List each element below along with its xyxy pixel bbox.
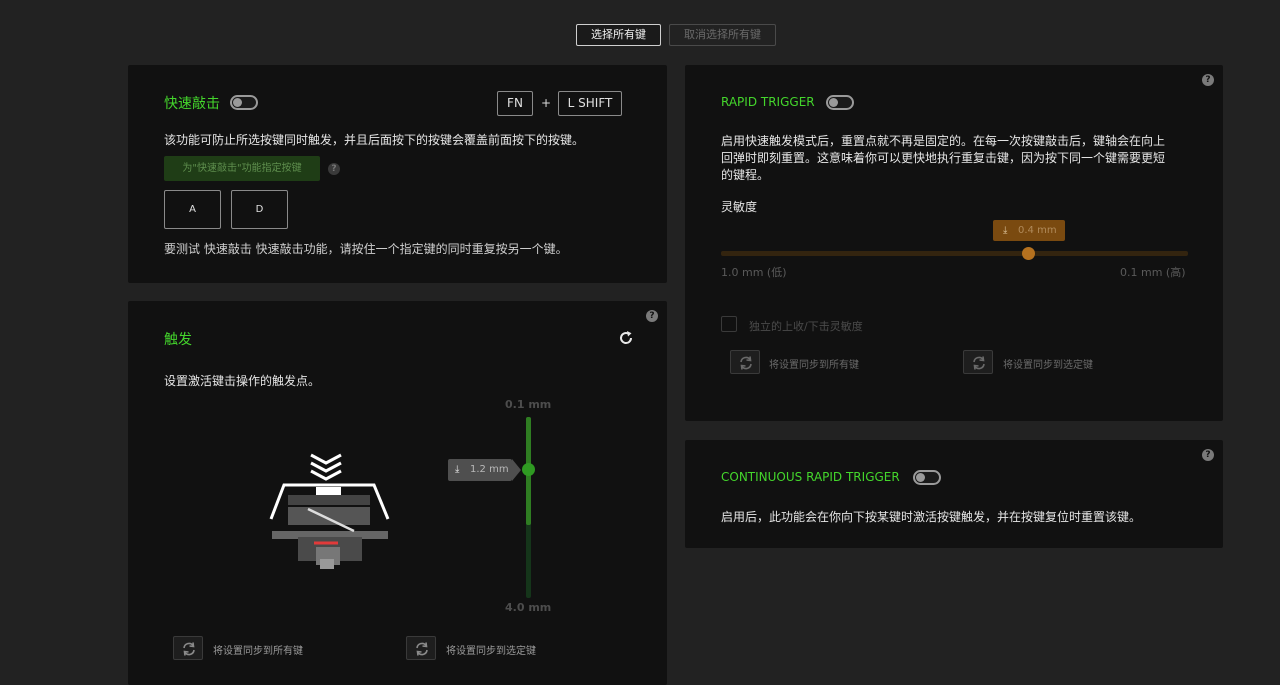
sensitivity-handle[interactable] (1022, 247, 1035, 260)
sync-selected-keys-button[interactable] (963, 350, 993, 374)
snap-tap-test-hint: 要测试 快速敲击 快速敲击功能，请按住一个指定键的同时重复按另一个键。 (164, 242, 568, 256)
sync-icon (973, 356, 985, 370)
rapid-trigger-toggle[interactable] (826, 95, 854, 110)
snap-tap-description: 该功能可防止所选按键同时触发，并且后面按下的按键会覆盖前面按下的按键。 (164, 133, 585, 147)
rapid-trigger-description-line1: 启用快速触发模式后，重置点就不再是固定的。在每一次按键敲击后，键轴会在向上 (721, 134, 1166, 148)
sensitivity-label: 灵敏度 (721, 200, 758, 214)
help-icon[interactable]: ? (1202, 74, 1214, 86)
sync-icon (740, 356, 752, 370)
actuation-value: 1.2 mm (470, 464, 509, 475)
actuation-description: 设置激活键击操作的触发点。 (164, 374, 321, 388)
sensitivity-value: 0.4 mm (1018, 225, 1057, 236)
help-icon[interactable]: ? (646, 310, 658, 322)
shortcut-plus: + (541, 96, 552, 110)
actuation-title: 触发 (164, 332, 192, 348)
sync-icon (183, 642, 195, 656)
key-switch-illustration (266, 451, 392, 577)
deselect-all-keys-button[interactable]: 取消选择所有键 (669, 24, 776, 46)
sensitivity-min-label: 1.0 mm (低) (721, 266, 787, 279)
sync-all-keys-label[interactable]: 将设置同步到所有键 (213, 642, 303, 657)
assigned-key-d[interactable]: D (231, 190, 288, 229)
sync-selected-keys-button[interactable] (406, 636, 436, 660)
rapid-trigger-description-line2: 回弹时即刻重置。这意味着你可以更快地执行重复击键，因为按下同一个键需要更短 (721, 151, 1166, 165)
toggle-knob (233, 98, 242, 107)
reset-icon[interactable] (618, 330, 634, 350)
sync-all-keys-label[interactable]: 将设置同步到所有键 (769, 356, 859, 371)
assign-snap-tap-keys-button[interactable]: 为"快速敲击"功能指定按键 (164, 156, 320, 181)
toggle-knob (829, 98, 838, 107)
sync-selected-keys-label[interactable]: 将设置同步到选定键 (446, 642, 536, 657)
snap-tap-panel: 快速敲击 FN + L SHIFT 该功能可防止所选按键同时触发，并且后面按下的… (128, 65, 667, 283)
assigned-key-a[interactable]: A (164, 190, 221, 229)
continuous-rapid-trigger-description: 启用后，此功能会在你向下按某键时激活按键触发，并在按键复位时重置该键。 (721, 510, 1142, 524)
rapid-trigger-title: RAPID TRIGGER (721, 95, 815, 109)
sensitivity-max-label: 0.1 mm (高) (1120, 266, 1186, 279)
actuation-bottom-label: 4.0 mm (505, 601, 552, 614)
sync-selected-keys-label[interactable]: 将设置同步到选定键 (1003, 356, 1093, 371)
help-icon[interactable]: ? (328, 163, 340, 175)
sync-icon (416, 642, 428, 656)
snap-tap-toggle[interactable] (230, 95, 258, 110)
sensitivity-track[interactable] (721, 251, 1188, 256)
shortcut-key-lshift: L SHIFT (558, 91, 622, 116)
actuation-handle[interactable] (522, 463, 535, 476)
tooltip-pointer (512, 459, 521, 481)
rapid-trigger-description-line3: 的键程。 (721, 168, 770, 182)
sync-all-keys-button[interactable] (730, 350, 760, 374)
actuation-value-tooltip: ⤓ 1.2 mm (448, 459, 521, 481)
sync-all-keys-button[interactable] (173, 636, 203, 660)
toggle-knob (916, 473, 925, 482)
help-icon[interactable]: ? (1202, 449, 1214, 461)
rapid-trigger-panel: ? RAPID TRIGGER 启用快速触发模式后，重置点就不再是固定的。在每一… (685, 65, 1223, 421)
arrow-down-icon: ⤓ (1003, 225, 1008, 236)
continuous-rapid-trigger-toggle[interactable] (913, 470, 941, 485)
arrow-down-icon: ⤓ (455, 464, 460, 475)
select-all-keys-button[interactable]: 选择所有键 (576, 24, 661, 46)
actuation-top-label: 0.1 mm (505, 398, 552, 411)
sensitivity-value-tooltip: ⤓ 0.4 mm (993, 220, 1065, 241)
separate-sensitivity-checkbox[interactable] (721, 316, 737, 332)
shortcut-key-fn: FN (497, 91, 533, 116)
actuation-panel: ? 触发 设置激活键击操作的触发点。 0.1 mm ⤓ 1.2 mm 4.0 m… (128, 301, 667, 685)
snap-tap-title: 快速敲击 (164, 96, 220, 112)
separate-sensitivity-label: 独立的上收/下击灵敏度 (749, 320, 863, 333)
continuous-rapid-trigger-title: CONTINUOUS RAPID TRIGGER (721, 470, 900, 484)
continuous-rapid-trigger-panel: ? CONTINUOUS RAPID TRIGGER 启用后，此功能会在你向下按… (685, 440, 1223, 548)
